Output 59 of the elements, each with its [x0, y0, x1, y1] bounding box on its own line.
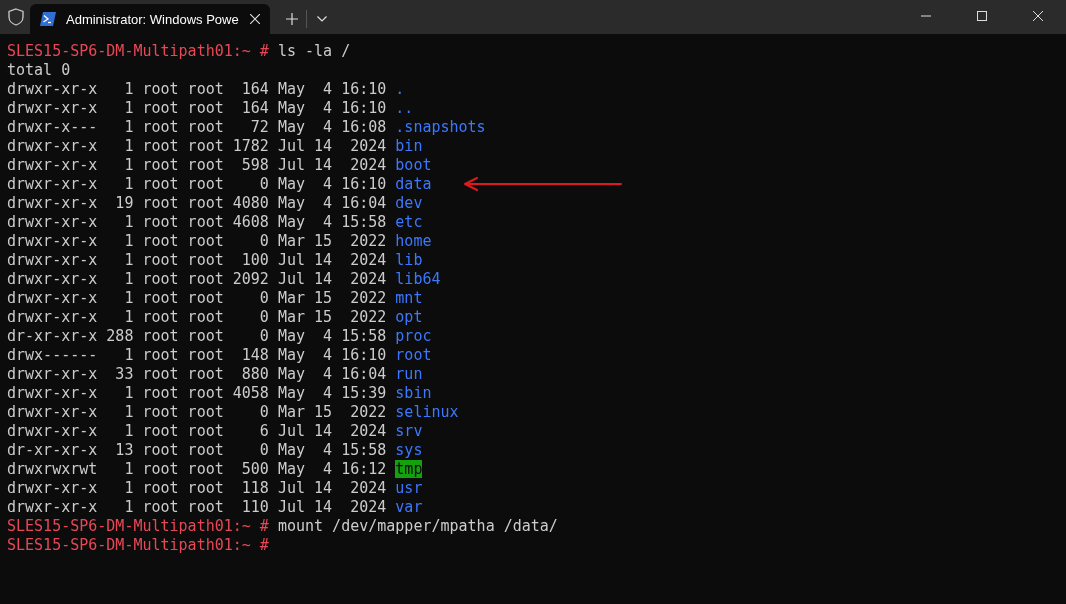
file-name: var — [395, 498, 423, 516]
file-name: lib64 — [395, 270, 441, 288]
file-name: sys — [395, 441, 423, 459]
output-text: total 0 — [7, 61, 71, 79]
shield-icon[interactable] — [8, 8, 24, 26]
file-details: drwxr-xr-x 1 root root 2092 Jul 14 2024 — [7, 270, 387, 288]
file-details: drwxrwxrwt 1 root root 500 May 4 16:12 — [7, 460, 387, 478]
file-details: drwxr-xr-x 1 root root 4608 May 4 15:58 — [7, 213, 387, 231]
shell-prompt: SLES15-SP6-DM-Multipath01:~ # — [7, 536, 269, 554]
shell-prompt: SLES15-SP6-DM-Multipath01:~ # — [7, 517, 269, 535]
file-name: boot — [395, 156, 432, 174]
command-text: mount /dev/mapper/mpatha /data/ — [277, 517, 558, 535]
file-details: drwxr-xr-x 1 root root 100 Jul 14 2024 — [7, 251, 387, 269]
file-details: drwxr-xr-x 1 root root 164 May 4 16:10 — [7, 99, 387, 117]
file-name: . — [395, 80, 405, 98]
file-details: drwxr-xr-x 1 root root 0 Mar 15 2022 — [7, 232, 387, 250]
file-name: selinux — [395, 403, 459, 421]
file-name: root — [395, 346, 432, 364]
file-name: home — [395, 232, 432, 250]
file-name: dev — [395, 194, 423, 212]
file-details: drwxr-xr-x 1 root root 6 Jul 14 2024 — [7, 422, 387, 440]
file-details: drwxr-xr-x 1 root root 0 May 4 16:10 — [7, 175, 387, 193]
file-details: dr-xr-xr-x 288 root root 0 May 4 15:58 — [7, 327, 387, 345]
file-details: dr-xr-xr-x 13 root root 0 May 4 15:58 — [7, 441, 387, 459]
file-details: drwxr-x--- 1 root root 72 May 4 16:08 — [7, 118, 387, 136]
file-name: mnt — [395, 289, 423, 307]
file-details: drwxr-xr-x 1 root root 598 Jul 14 2024 — [7, 156, 387, 174]
file-details: drwxr-xr-x 1 root root 4058 May 4 15:39 — [7, 384, 387, 402]
file-details: drwxr-xr-x 1 root root 0 Mar 15 2022 — [7, 403, 387, 421]
file-details: drwxr-xr-x 1 root root 1782 Jul 14 2024 — [7, 137, 387, 155]
file-name: usr — [395, 479, 423, 497]
file-name: etc — [395, 213, 423, 231]
add-tab-icon[interactable] — [286, 13, 298, 25]
file-name: srv — [395, 422, 423, 440]
file-details: drwxr-xr-x 1 root root 164 May 4 16:10 — [7, 80, 387, 98]
file-details: drwxr-xr-x 1 root root 0 Mar 15 2022 — [7, 289, 387, 307]
file-details: drwxr-xr-x 1 root root 118 Jul 14 2024 — [7, 479, 387, 497]
file-name: data — [395, 175, 432, 193]
powershell-icon — [40, 12, 56, 26]
file-name: proc — [395, 327, 432, 345]
shell-prompt: SLES15-SP6-DM-Multipath01:~ # — [7, 42, 269, 60]
tab-title: Administrator: Windows Powe — [66, 11, 240, 27]
file-details: drwxr-xr-x 19 root root 4080 May 4 16:04 — [7, 194, 387, 212]
file-name: run — [395, 365, 423, 383]
file-name: .. — [395, 99, 414, 117]
file-name: tmp — [395, 460, 423, 478]
file-name: bin — [395, 137, 423, 155]
close-icon[interactable] — [250, 14, 260, 24]
file-details: drwxr-xr-x 1 root root 0 Mar 15 2022 — [7, 308, 387, 326]
file-name: .snapshots — [395, 118, 486, 136]
file-name: opt — [395, 308, 423, 326]
terminal-tab[interactable]: Administrator: Windows Powe — [30, 4, 270, 34]
chevron-down-icon[interactable] — [317, 16, 327, 22]
file-details: drwx------ 1 root root 148 May 4 16:10 — [7, 346, 387, 364]
file-name: lib — [395, 251, 423, 269]
file-details: drwxr-xr-x 1 root root 110 Jul 14 2024 — [7, 498, 387, 516]
file-details: drwxr-xr-x 33 root root 880 May 4 16:04 — [7, 365, 387, 383]
command-text: ls -la / — [277, 42, 351, 60]
file-name: sbin — [395, 384, 432, 402]
